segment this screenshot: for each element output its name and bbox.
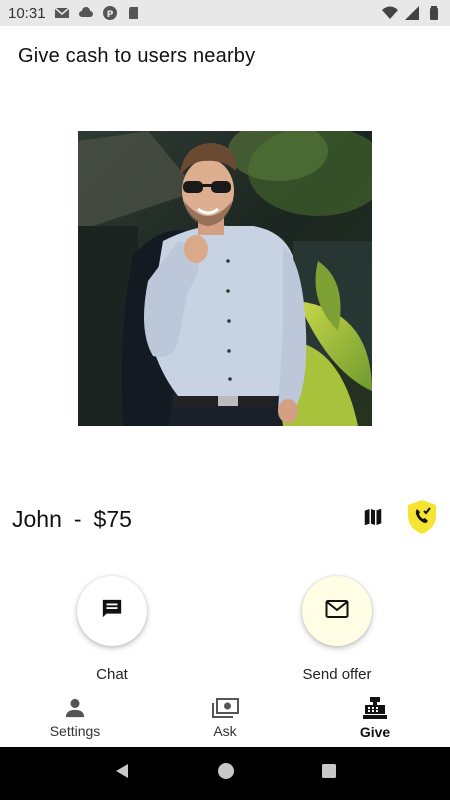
user-name: John	[12, 505, 62, 532]
status-bar: 10:31 P	[0, 0, 450, 26]
svg-text:P: P	[106, 10, 113, 20]
gmail-icon	[54, 5, 70, 21]
nav-item-give[interactable]: Give	[300, 690, 450, 747]
chat-label: Chat	[96, 666, 128, 683]
home-icon[interactable]	[217, 762, 235, 785]
status-time: 10:31	[8, 4, 46, 22]
envelope-icon	[325, 599, 349, 624]
wifi-icon	[382, 5, 398, 21]
cash-register-icon	[362, 697, 388, 722]
profile-summary-row: John - $75	[12, 499, 438, 536]
cash-icon	[211, 698, 239, 721]
nav-label-ask: Ask	[213, 723, 237, 739]
page-title: Give cash to users nearby	[18, 45, 256, 67]
signal-icon	[404, 5, 420, 21]
profile-photo[interactable]	[78, 131, 372, 426]
recents-icon[interactable]	[321, 763, 337, 784]
map-icon[interactable]	[362, 506, 384, 533]
sd-card-icon	[126, 5, 142, 21]
nav-item-settings[interactable]: Settings	[0, 690, 150, 747]
system-navigation-bar	[0, 747, 450, 800]
person-icon	[64, 698, 86, 721]
chat-icon	[101, 598, 123, 625]
send-offer-label: Send offer	[302, 666, 372, 683]
battery-icon	[426, 5, 442, 21]
nav-label-give: Give	[359, 724, 391, 740]
nav-item-ask[interactable]: Ask	[150, 690, 300, 747]
nav-label-settings: Settings	[49, 723, 101, 739]
name-separator: -	[73, 505, 82, 532]
offer-amount: $75	[93, 505, 132, 532]
bottom-navigation: Settings Ask Give	[0, 690, 450, 747]
back-icon[interactable]	[113, 762, 131, 785]
send-offer-button[interactable]	[302, 576, 372, 646]
pocket-icon: P	[102, 5, 118, 21]
chat-button[interactable]	[77, 576, 147, 646]
verified-phone-shield-icon[interactable]	[406, 499, 438, 540]
cloud-icon	[78, 5, 94, 21]
